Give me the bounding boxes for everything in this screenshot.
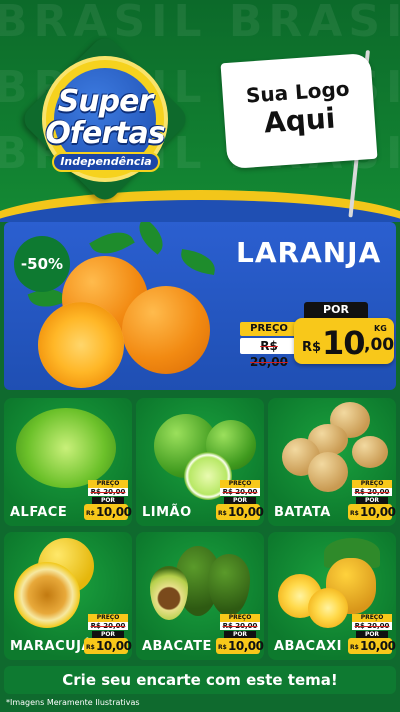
product-name: ABACATE	[142, 639, 212, 654]
product-name: ALFACE	[10, 505, 68, 520]
price-value: 10,00	[228, 505, 264, 519]
product-card-limao[interactable]: LIMÃO PREÇO R$ 20,00 POR R$ 10,00	[136, 398, 264, 526]
header: BRASIL BRASIL BRASIL BRASIL BRASIL BRASI…	[0, 0, 400, 222]
currency: R$	[86, 510, 95, 517]
product-card-maracuja[interactable]: MARACUJÁ PREÇO R$ 20,00 POR R$ 10,00	[4, 532, 132, 660]
old-price-label: PREÇO	[352, 480, 392, 488]
product-name: ABACAXI	[274, 639, 342, 654]
price-decimal: ,00	[364, 335, 395, 355]
old-price-label: PREÇO	[240, 322, 298, 336]
leaf-icon	[131, 222, 171, 255]
product-card-batata[interactable]: BATATA PREÇO R$ 20,00 POR R$ 10,00	[268, 398, 396, 526]
product-price-tag: PREÇO R$ 20,00 POR R$ 10,00	[84, 480, 132, 520]
price-box: R$ 10,00	[216, 504, 264, 520]
potato-icon	[308, 452, 348, 492]
old-price: R$ 20,00	[352, 488, 392, 496]
price-box: R$ 10,00	[84, 504, 132, 520]
product-card-alface[interactable]: ALFACE PREÇO R$ 20,00 POR R$ 10,00	[4, 398, 132, 526]
product-name: BATATA	[274, 505, 331, 520]
price-box: R$ 10,00	[348, 638, 396, 654]
por-label: POR	[304, 302, 368, 318]
logo-ribbon: Independência	[52, 152, 160, 172]
product-price-tag: PREÇO R$ 20,00 POR R$ 10,00	[348, 480, 396, 520]
store-logo-flag[interactable]: Sua Logo Aqui	[220, 52, 378, 170]
currency: R$	[350, 510, 359, 517]
old-price: R$ 20,00	[220, 488, 260, 496]
price-box: R$ 10,00	[84, 638, 132, 654]
avocado-icon	[208, 554, 250, 616]
old-price-label: PREÇO	[352, 614, 392, 622]
price-box: R$ 10,00	[216, 638, 264, 654]
currency: R$	[86, 644, 95, 651]
old-price: R$ 20,00	[240, 338, 298, 369]
por-label: POR	[356, 497, 388, 504]
old-price: R$ 20,00	[88, 622, 128, 630]
por-label: POR	[92, 497, 124, 504]
pineapple-slice-icon	[308, 588, 348, 628]
potato-icon	[352, 436, 388, 468]
product-price-tag: PREÇO R$ 20,00 POR R$ 10,00	[216, 614, 264, 654]
por-label: POR	[356, 631, 388, 638]
old-price-label: PREÇO	[220, 480, 260, 488]
passion-fruit-half-icon	[14, 562, 80, 628]
por-label: POR	[92, 631, 124, 638]
price-value: 10,00	[96, 639, 132, 653]
por-label: POR	[224, 631, 256, 638]
background-word: BRASIL BRASIL BRASIL	[0, 0, 400, 47]
orange-fruit-icon	[122, 286, 210, 374]
featured-price: R$ 10 ,00 KG	[294, 318, 394, 364]
leaf-icon	[178, 249, 218, 275]
logo-title-line1: Super	[57, 84, 154, 119]
currency: R$	[218, 510, 227, 517]
currency: R$	[218, 644, 227, 651]
super-ofertas-logo: Super Ofertas Independência	[18, 32, 192, 206]
logo-title-line2: Ofertas	[45, 116, 165, 151]
product-card-abacate[interactable]: ABACATE PREÇO R$ 20,00 POR R$ 10,00	[136, 532, 264, 660]
old-price: R$ 20,00	[88, 488, 128, 496]
price-value: 10,00	[360, 505, 396, 519]
price-box: R$ 10,00	[348, 504, 396, 520]
disclaimer: *Imagens Meramente Ilustrativas	[6, 698, 140, 707]
product-card-abacaxi[interactable]: ABACAXI PREÇO R$ 20,00 POR R$ 10,00	[268, 532, 396, 660]
create-flyer-button[interactable]: Crie seu encarte com este tema!	[4, 666, 396, 694]
product-price-tag: PREÇO R$ 20,00 POR R$ 10,00	[348, 614, 396, 654]
price-unit: KG	[374, 324, 387, 333]
price-integer: 10	[322, 324, 366, 362]
orange-slice-icon	[38, 302, 124, 388]
product-name: MARACUJÁ	[10, 639, 93, 654]
product-price-tag: PREÇO R$ 20,00 POR R$ 10,00	[216, 480, 264, 520]
old-price-label: PREÇO	[88, 614, 128, 622]
discount-badge: -50%	[14, 236, 70, 292]
product-name: LIMÃO	[142, 505, 192, 520]
price-value: 10,00	[228, 639, 264, 653]
old-price: R$ 20,00	[220, 622, 260, 630]
product-price-tag: PREÇO R$ 20,00 POR R$ 10,00	[84, 614, 132, 654]
lettuce-icon	[16, 408, 116, 488]
price-value: 10,00	[96, 505, 132, 519]
featured-product-name: LARANJA	[236, 236, 382, 269]
por-label: POR	[224, 497, 256, 504]
currency: R$	[302, 340, 322, 355]
currency: R$	[350, 644, 359, 651]
featured-offer[interactable]: -50% LARANJA PREÇO R$ 20,00 POR R$ 10 ,0…	[4, 222, 396, 390]
old-price: R$ 20,00	[352, 622, 392, 630]
old-price-label: PREÇO	[88, 480, 128, 488]
old-price-label: PREÇO	[220, 614, 260, 622]
product-grid: ALFACE PREÇO R$ 20,00 POR R$ 10,00 LIMÃO…	[4, 398, 396, 660]
price-value: 10,00	[360, 639, 396, 653]
avocado-half-icon	[150, 566, 188, 620]
